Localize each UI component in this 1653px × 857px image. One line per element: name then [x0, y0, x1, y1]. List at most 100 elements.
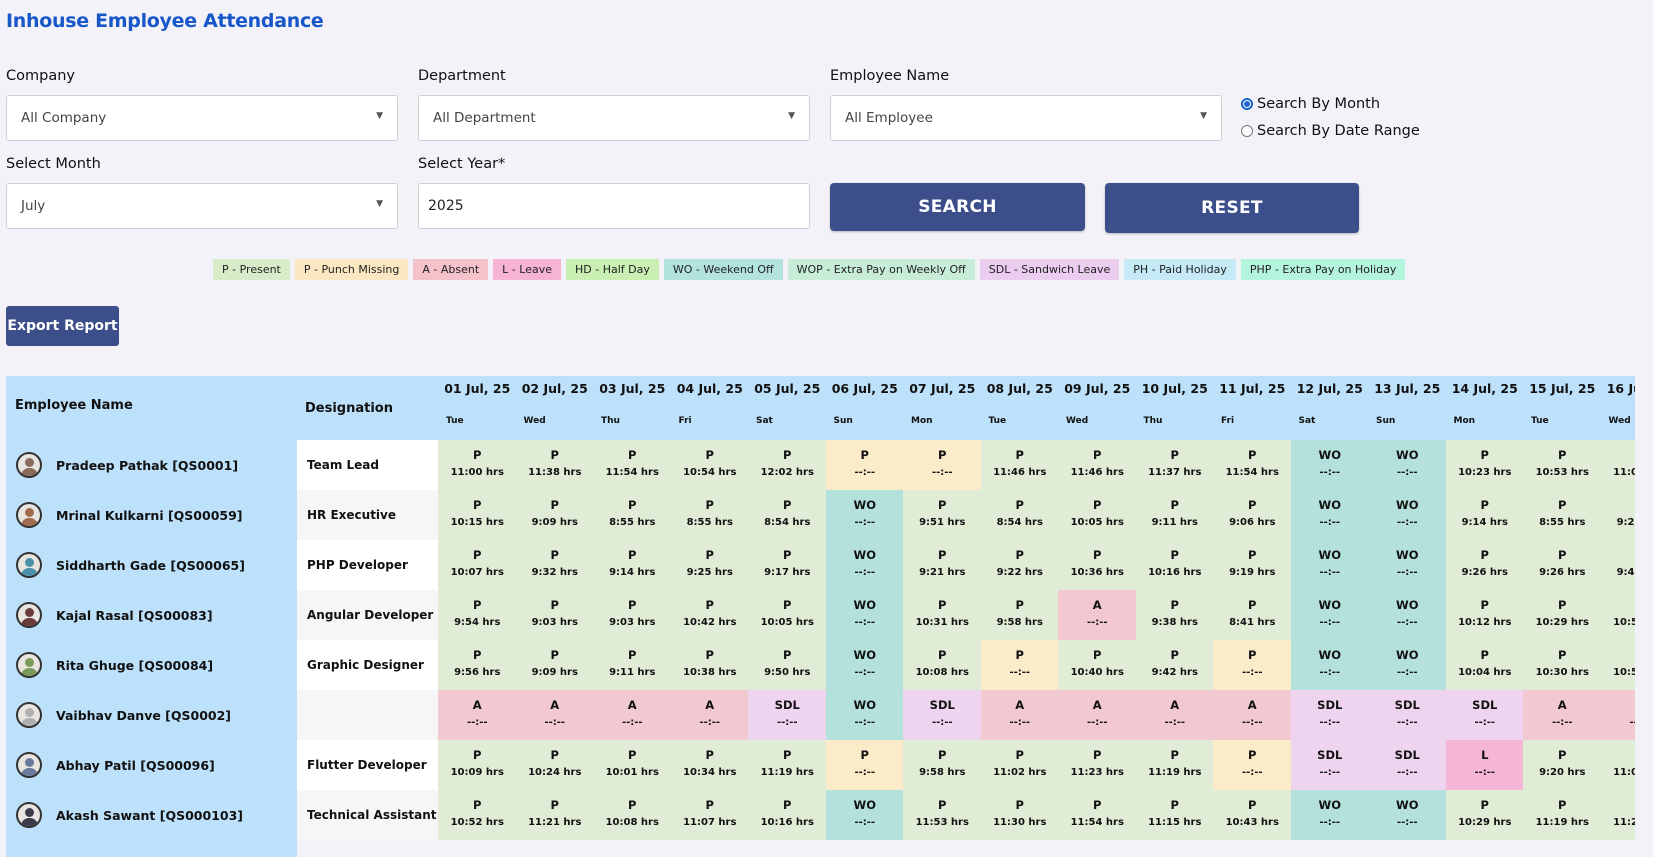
attendance-cell[interactable]: P 10:07 hrs [438, 540, 517, 590]
attendance-cell[interactable]: P 10:40 hrs [1058, 640, 1137, 690]
attendance-cell[interactable]: P 9:11 hrs [593, 640, 672, 690]
attendance-cell[interactable]: P 9:17 hrs [748, 540, 827, 590]
attendance-cell[interactable]: P 11:46 hrs [1058, 440, 1137, 490]
attendance-cell[interactable]: P 9:09 hrs [515, 490, 594, 540]
attendance-cell[interactable]: A --:-- [1213, 690, 1292, 740]
attendance-cell[interactable]: P 10:53 hrs [1523, 440, 1602, 490]
attendance-cell[interactable]: WO --:-- [1290, 440, 1369, 490]
attendance-cell[interactable]: P 10:23 hrs [1445, 440, 1524, 490]
attendance-cell[interactable]: P --:-- [1213, 740, 1292, 790]
attendance-cell[interactable]: P 9:51 hrs [903, 490, 982, 540]
attendance-cell[interactable]: WO --:-- [1290, 790, 1369, 840]
attendance-cell[interactable]: P 9:58 hrs [980, 590, 1059, 640]
attendance-cell[interactable]: A --:-- [1135, 690, 1214, 740]
attendance-cell[interactable]: P 10:34 hrs [670, 740, 749, 790]
attendance-cell[interactable]: P 9:03 hrs [593, 590, 672, 640]
attendance-cell[interactable]: P 10:54 hrs [670, 440, 749, 490]
attendance-cell[interactable]: P 10:24 hrs [515, 740, 594, 790]
attendance-cell[interactable]: P --:-- [903, 440, 982, 490]
employee-row[interactable]: Rita Ghuge [QS00084] [6, 640, 213, 690]
employee-row[interactable]: Pradeep Pathak [QS0001] [6, 440, 238, 490]
attendance-cell[interactable]: P 10:53 hrs [1600, 590, 1635, 640]
attendance-cell[interactable]: P 9:20 hrs [1523, 740, 1602, 790]
attendance-cell[interactable]: P 10:29 hrs [1445, 790, 1524, 840]
attendance-cell[interactable]: P --:-- [825, 440, 904, 490]
attendance-cell[interactable]: A --:-- [980, 690, 1059, 740]
attendance-cell[interactable]: WO --:-- [825, 790, 904, 840]
department-select[interactable]: All Department ▼ [418, 95, 810, 141]
attendance-cell[interactable]: P 9:11 hrs [1135, 490, 1214, 540]
attendance-cell[interactable]: P 9:09 hrs [515, 640, 594, 690]
attendance-cell[interactable]: P 10:16 hrs [1135, 540, 1214, 590]
attendance-cell[interactable]: P 8:55 hrs [670, 490, 749, 540]
attendance-cell[interactable]: P 10:04 hrs [1445, 640, 1524, 690]
company-select[interactable]: All Company ▼ [6, 95, 398, 141]
attendance-cell[interactable]: P 9:44 hrs [1600, 540, 1635, 590]
attendance-cell[interactable]: P 8:54 hrs [748, 490, 827, 540]
attendance-cell[interactable]: L --:-- [1445, 740, 1524, 790]
attendance-cell[interactable]: P 9:28 hrs [1600, 490, 1635, 540]
attendance-cell[interactable]: WO --:-- [825, 640, 904, 690]
attendance-cell[interactable]: P 8:55 hrs [1523, 490, 1602, 540]
attendance-cell[interactable]: WO --:-- [825, 540, 904, 590]
attendance-cell[interactable]: P 9:22 hrs [980, 540, 1059, 590]
attendance-cell[interactable]: SDL --:-- [1368, 740, 1447, 790]
attendance-cell[interactable]: A --:-- [593, 690, 672, 740]
attendance-cell[interactable]: P 10:30 hrs [1523, 640, 1602, 690]
attendance-cell[interactable]: P 11:07 hrs [670, 790, 749, 840]
attendance-cell[interactable]: A --:-- [1523, 690, 1602, 740]
attendance-cell[interactable]: P 11:15 hrs [1135, 790, 1214, 840]
attendance-cell[interactable]: A --:-- [670, 690, 749, 740]
attendance-cell[interactable]: SDL --:-- [1445, 690, 1524, 740]
employee-row[interactable]: Akash Sawant [QS000103] [6, 790, 243, 840]
attendance-cell[interactable]: WO --:-- [1368, 640, 1447, 690]
attendance-cell[interactable]: P 9:03 hrs [515, 590, 594, 640]
employee-select[interactable]: All Employee ▼ [830, 95, 1222, 141]
attendance-cell[interactable]: P 10:01 hrs [593, 740, 672, 790]
attendance-cell[interactable]: P 10:09 hrs [438, 740, 517, 790]
attendance-cell[interactable]: P 9:21 hrs [903, 540, 982, 590]
attendance-cell[interactable]: WO --:-- [825, 590, 904, 640]
attendance-cell[interactable]: SDL --:-- [1290, 690, 1369, 740]
attendance-cell[interactable]: P 10:52 hrs [438, 790, 517, 840]
attendance-cell[interactable]: P 8:54 hrs [980, 490, 1059, 540]
attendance-cell[interactable]: SDL --:-- [1368, 690, 1447, 740]
attendance-cell[interactable]: P 10:31 hrs [903, 590, 982, 640]
attendance-cell[interactable]: P 11:19 hrs [1135, 740, 1214, 790]
attendance-cell[interactable]: WO --:-- [1368, 440, 1447, 490]
attendance-cell[interactable]: WO --:-- [825, 490, 904, 540]
attendance-cell[interactable]: SDL --:-- [748, 690, 827, 740]
attendance-cell[interactable]: P 11:19 hrs [1523, 790, 1602, 840]
attendance-cell[interactable]: P 10:05 hrs [748, 590, 827, 640]
attendance-cell[interactable]: P 10:43 hrs [1213, 790, 1292, 840]
attendance-cell[interactable]: P 11:20 hrs [1600, 790, 1635, 840]
year-input[interactable]: 2025 [418, 183, 810, 229]
attendance-cell[interactable]: P 9:38 hrs [1135, 590, 1214, 640]
attendance-cell[interactable]: WO --:-- [1368, 590, 1447, 640]
employee-row[interactable]: Abhay Patil [QS00096] [6, 740, 215, 790]
attendance-cell[interactable]: P 10:12 hrs [1445, 590, 1524, 640]
attendance-cell[interactable]: P 9:19 hrs [1213, 540, 1292, 590]
export-report-button[interactable]: Export Report [6, 306, 119, 346]
attendance-cell[interactable]: P 11:05 hrs [1600, 740, 1635, 790]
attendance-cell[interactable]: WO --:-- [1290, 490, 1369, 540]
attendance-cell[interactable]: A --:-- [438, 690, 517, 740]
attendance-cell[interactable]: P 9:58 hrs [903, 740, 982, 790]
attendance-cell[interactable]: P 11:30 hrs [980, 790, 1059, 840]
attendance-cell[interactable]: P 9:25 hrs [670, 540, 749, 590]
attendance-cell[interactable]: P 10:08 hrs [903, 640, 982, 690]
attendance-cell[interactable]: P 11:21 hrs [515, 790, 594, 840]
attendance-cell[interactable]: WO --:-- [1368, 490, 1447, 540]
attendance-cell[interactable]: P 10:15 hrs [438, 490, 517, 540]
attendance-cell[interactable]: P --:-- [1213, 640, 1292, 690]
attendance-cell[interactable]: P 11:37 hrs [1135, 440, 1214, 490]
radio-search-by-date-range[interactable]: Search By Date Range [1241, 123, 1420, 139]
employee-row[interactable]: Mrinal Kulkarni [QS00059] [6, 490, 243, 540]
attendance-cell[interactable]: P --:-- [980, 640, 1059, 690]
attendance-cell[interactable]: WO --:-- [1290, 590, 1369, 640]
attendance-cell[interactable]: P 12:02 hrs [748, 440, 827, 490]
attendance-cell[interactable]: A --:-- [515, 690, 594, 740]
attendance-cell[interactable]: P 9:50 hrs [748, 640, 827, 690]
attendance-cell[interactable]: P 9:42 hrs [1135, 640, 1214, 690]
attendance-cell[interactable]: P 11:38 hrs [515, 440, 594, 490]
